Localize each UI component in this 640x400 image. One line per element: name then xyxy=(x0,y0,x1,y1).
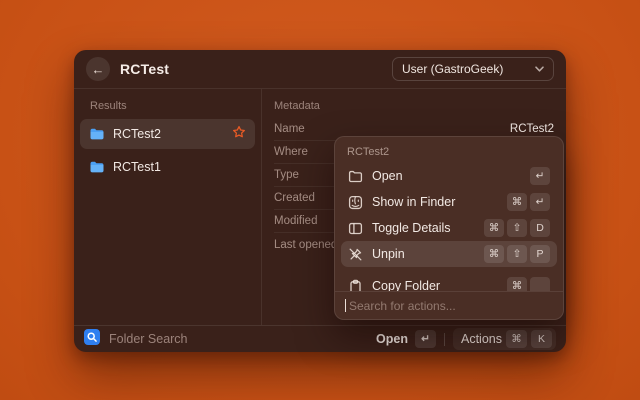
p-key-badge: P xyxy=(530,245,550,263)
list-item-label: RCTest2 xyxy=(113,127,224,141)
k-key-badge: K xyxy=(531,330,552,348)
return-key-badge: ↵ xyxy=(530,193,550,211)
action-search-input[interactable]: Search for actions... xyxy=(335,291,563,319)
list-item-rctest2[interactable]: RCTest2 xyxy=(80,119,255,149)
menu-item-unpin[interactable]: Unpin ⌘ ⇧ P xyxy=(341,241,557,267)
folder-search-input[interactable]: Folder Search xyxy=(84,329,368,350)
list-item-rctest1[interactable]: RCTest1 xyxy=(80,152,255,182)
pin-off-icon xyxy=(348,247,363,262)
account-dropdown-label: User (GastroGeek) xyxy=(402,62,503,76)
cmd-key-badge: ⌘ xyxy=(507,193,527,211)
shift-key-badge: ⇧ xyxy=(507,219,527,237)
search-icon xyxy=(84,329,100,350)
action-menu-list: Open ↵ Show in Finder ⌘ ↵ xyxy=(335,163,563,291)
cmd-key-badge: ⌘ xyxy=(507,277,527,291)
back-arrow-icon: ← xyxy=(92,62,105,77)
list-item-label: RCTest1 xyxy=(113,160,246,174)
sidebar-toggle-icon xyxy=(348,221,363,236)
actions-button[interactable]: Actions ⌘ K xyxy=(453,328,556,350)
desktop: ← RCTest User (GastroGeek) Results RCTes… xyxy=(0,0,640,400)
action-menu-title: RCTest2 xyxy=(335,137,563,163)
footer-divider xyxy=(444,333,445,346)
finder-icon xyxy=(348,195,363,210)
back-button[interactable]: ← xyxy=(86,57,110,81)
folder-icon xyxy=(89,159,105,175)
cmd-key-badge: ⌘ xyxy=(484,245,504,263)
text-caret xyxy=(345,299,346,312)
menu-item-show-in-finder[interactable]: Show in Finder ⌘ ↵ xyxy=(341,189,557,215)
chevron-down-icon xyxy=(535,66,544,72)
menu-item-toggle-details[interactable]: Toggle Details ⌘ ⇧ D xyxy=(341,215,557,241)
shift-key-badge: ⇧ xyxy=(507,245,527,263)
action-menu: RCTest2 Open ↵ Show in Finder ⌘ xyxy=(334,136,564,320)
menu-item-copy-folder[interactable]: Copy Folder ⌘ xyxy=(341,273,557,291)
return-key-badge: ↵ xyxy=(415,330,436,348)
cmd-key-badge: ⌘ xyxy=(506,330,527,348)
return-key-badge: ↵ xyxy=(530,167,550,185)
top-bar: ← RCTest User (GastroGeek) xyxy=(74,50,566,88)
pin-star-icon xyxy=(232,125,246,144)
app-window: ← RCTest User (GastroGeek) Results RCTes… xyxy=(74,50,566,352)
metadata-section-label: Metadata xyxy=(274,93,554,118)
clipped-key-badge xyxy=(530,277,550,291)
account-dropdown[interactable]: User (GastroGeek) xyxy=(392,57,554,81)
results-panel: Results RCTest2 RCTest1 xyxy=(74,89,262,325)
window-title: RCTest xyxy=(120,61,169,77)
folder-search-placeholder: Folder Search xyxy=(109,332,188,346)
folder-open-icon xyxy=(348,169,363,184)
d-key-badge: D xyxy=(530,219,550,237)
results-section-label: Results xyxy=(80,93,255,119)
open-button[interactable]: Open ↵ xyxy=(376,330,436,348)
action-search-placeholder: Search for actions... xyxy=(349,299,456,313)
folder-icon xyxy=(89,126,105,142)
footer-bar: Folder Search Open ↵ Actions ⌘ K xyxy=(74,325,566,352)
cmd-key-badge: ⌘ xyxy=(484,219,504,237)
menu-item-open[interactable]: Open ↵ xyxy=(341,163,557,189)
clipboard-icon xyxy=(348,279,363,292)
